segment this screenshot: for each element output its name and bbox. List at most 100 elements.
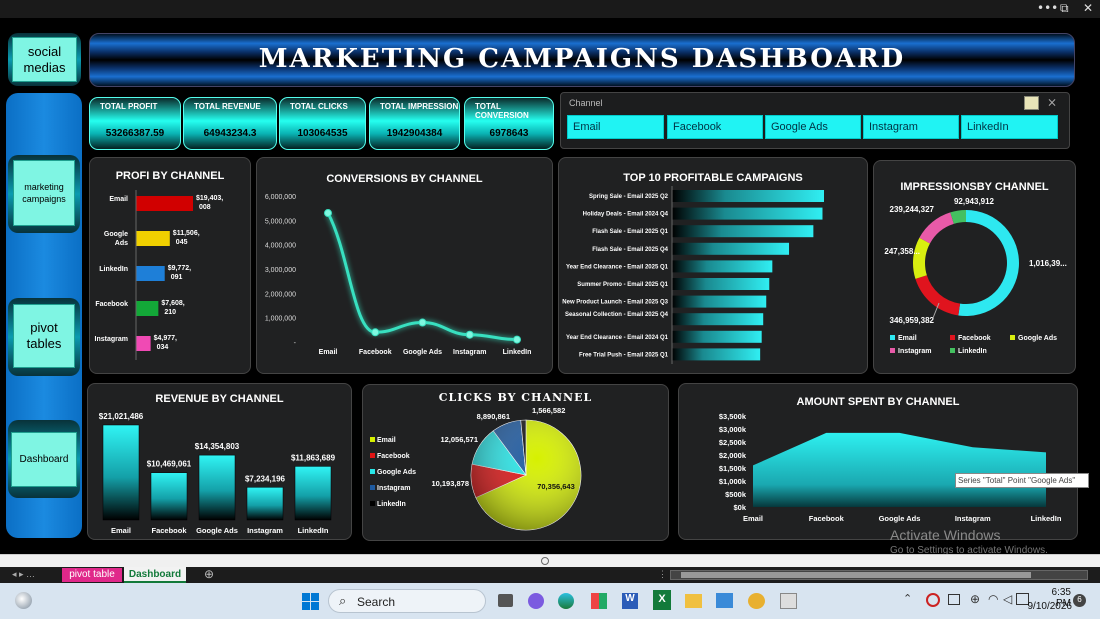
x-tick-label: Facebook [359, 349, 392, 356]
data-label: $19,403, 008 [196, 195, 223, 211]
edge-icon[interactable] [558, 593, 574, 609]
language-icon[interactable]: ⊕ [970, 592, 980, 606]
bar [672, 330, 762, 343]
bar [672, 190, 824, 202]
y-tick-label: $2,500k [719, 438, 747, 447]
category-label: LinkedIn [99, 266, 128, 273]
data-label: $9,772, 091 [168, 265, 191, 281]
data-label: $7,608, 210 [161, 300, 184, 316]
bar [672, 278, 770, 290]
x-tick-label: Facebook [151, 526, 187, 535]
legend-label: LinkedIn [377, 501, 406, 508]
data-label: $11,506, 045 [173, 230, 200, 246]
data-label: 12,056,571 [440, 435, 478, 444]
horizontal-scrollbar[interactable] [670, 570, 1088, 580]
data-label: 70,356,643 [537, 482, 575, 491]
sync-icon[interactable] [926, 593, 940, 607]
bar [672, 295, 767, 308]
tray-window-icon[interactable] [948, 594, 960, 605]
store-icon[interactable] [591, 593, 607, 609]
excel-icon[interactable]: X [653, 590, 671, 610]
tab-pivot-table[interactable]: pivot table [62, 568, 122, 582]
column [102, 424, 140, 521]
legend-swatch [890, 335, 895, 340]
tab-dashboard[interactable]: Dashboard [124, 567, 186, 583]
bar [672, 313, 764, 326]
word-icon[interactable]: W [622, 593, 638, 609]
legend-swatch [890, 348, 895, 353]
splitter-handle-icon[interactable] [541, 557, 549, 565]
x-tick-label: LinkedIn [298, 526, 329, 535]
file-explorer-icon[interactable] [685, 594, 702, 608]
bar [672, 242, 790, 255]
data-point [418, 318, 427, 327]
category-label: Email [109, 196, 128, 203]
legend-label: Facebook [377, 453, 410, 460]
y-tick-label: $3,000k [719, 425, 747, 434]
legend-label: Instagram [898, 348, 931, 355]
windows-start-icon[interactable] [302, 593, 319, 610]
data-label: 1,016,39... [1029, 259, 1067, 268]
legend-swatch [370, 485, 375, 490]
data-label: 92,943,912 [954, 197, 995, 206]
clock-date[interactable]: 9/10/2026 [1026, 601, 1073, 612]
donut-slice [958, 210, 1020, 316]
x-tick-label: Facebook [809, 514, 845, 523]
x-tick-label: Instagram [453, 349, 486, 356]
chevron-up-icon[interactable]: ⌃ [903, 592, 912, 605]
category-label: New Product Launch - Email 2025 Q3 [562, 300, 668, 306]
data-label: 8,890,861 [477, 412, 510, 421]
y-tick-label: $0k [733, 503, 746, 512]
y-tick-label: $1,000k [719, 477, 747, 486]
scrollbar-thumb[interactable] [681, 572, 1031, 578]
legend-label: Email [898, 335, 917, 342]
wifi-icon[interactable]: ◠ [988, 592, 998, 606]
taskbar-search[interactable]: ⌕ Search [328, 589, 486, 613]
category-label: Year End Clearance - Email 2025 Q1 [566, 264, 669, 270]
donut-slice [915, 275, 961, 316]
category-label: Seasonal Collection - Email 2025 Q4 [565, 312, 669, 318]
category-label: Summer Promo - Email 2025 Q1 [577, 282, 668, 288]
pie-shading [471, 420, 581, 530]
tab-split-handle-icon[interactable]: ⋮ [658, 569, 667, 580]
category-label: Google Ads [104, 231, 128, 247]
x-tick-label: Instagram [247, 526, 283, 535]
sheet-nav-arrows[interactable]: ◂ ▸ … [12, 569, 35, 580]
column [246, 487, 284, 521]
x-tick-label: Email [111, 526, 131, 535]
photos-icon[interactable] [716, 593, 733, 608]
data-label: $14,354,803 [195, 442, 240, 451]
x-tick-label: Google Ads [879, 514, 921, 523]
data-label: $11,863,689 [291, 453, 336, 462]
search-label: Search [357, 595, 396, 609]
legend-label: LinkedIn [958, 348, 987, 355]
y-tick-label: $1,500k [719, 464, 747, 473]
data-label: $7,234,196 [245, 474, 286, 483]
calendar-app-icon[interactable] [780, 593, 797, 609]
volume-icon[interactable]: ◁ [1003, 592, 1012, 606]
donut-slice [913, 237, 930, 279]
paint-icon[interactable] [748, 593, 765, 609]
category-label: Flash Sale - Email 2025 Q1 [592, 229, 668, 235]
notification-badge[interactable]: 6 [1073, 594, 1086, 607]
x-tick-label: LinkedIn [1031, 514, 1062, 523]
y-tick-label: 5,000,000 [265, 218, 296, 225]
chart-tooltip: Series "Total" Point "Google Ads" [955, 473, 1089, 488]
data-point [371, 328, 380, 337]
data-label: $21,021,486 [99, 412, 144, 421]
category-label: Free Trial Push - Email 2025 Q1 [579, 352, 669, 358]
teams-icon[interactable] [528, 593, 544, 609]
y-tick-label: 1,000,000 [265, 316, 296, 323]
category-label: Spring Sale - Email 2025 Q2 [589, 194, 669, 200]
y-tick-label: $500k [725, 490, 747, 499]
sheet-splitter[interactable] [0, 554, 1100, 567]
column [150, 472, 188, 521]
bar [672, 348, 761, 361]
bar [672, 207, 823, 220]
bar [672, 225, 814, 238]
data-point [513, 335, 521, 344]
weather-icon[interactable] [15, 592, 32, 609]
task-view-icon[interactable] [498, 594, 513, 607]
x-tick-label: Google Ads [403, 349, 442, 356]
add-sheet-icon[interactable]: ⊕ [204, 567, 214, 581]
